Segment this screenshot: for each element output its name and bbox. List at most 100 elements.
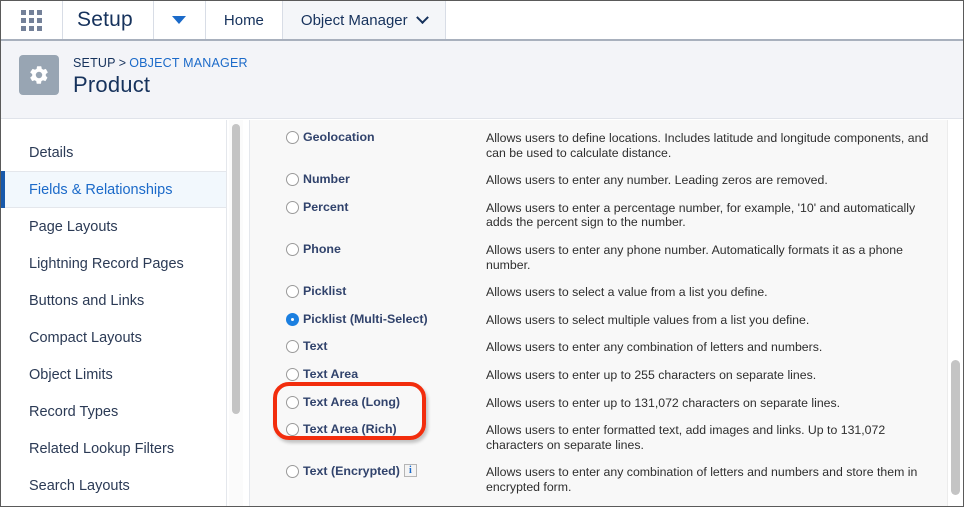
page-scrollbar-thumb[interactable] (951, 360, 960, 495)
sidebar-item-lightning-record-pages[interactable]: Lightning Record Pages (1, 245, 226, 282)
field-type-row: Number Allows users to enter any number. … (250, 172, 948, 188)
field-type-label[interactable]: Phone (303, 242, 341, 256)
sidebar-item-related-lookup-filters[interactable]: Related Lookup Filters (1, 430, 226, 467)
field-type-description: Allows users to enter up to 255 characte… (486, 367, 934, 383)
radio-picklist[interactable] (286, 285, 299, 298)
sidebar-item-compact-layouts[interactable]: Compact Layouts (1, 319, 226, 356)
radio-text-encrypted[interactable] (286, 465, 299, 478)
tab-object-manager-label: Object Manager (301, 12, 408, 29)
radio-number[interactable] (286, 173, 299, 186)
sidebar-item-label: Related Lookup Filters (29, 441, 174, 457)
sidebar-scrollbar-thumb[interactable] (232, 124, 240, 414)
field-type-description: Allows users to enter a percentage numbe… (486, 200, 934, 230)
sidebar-item-label: Fields & Relationships (29, 182, 172, 198)
field-type-row: Geolocation Allows users to define locati… (250, 130, 948, 160)
field-type-description: Allows users to enter any combination of… (486, 464, 934, 494)
sidebar-item-label: Details (29, 145, 73, 161)
field-type-option[interactable]: Text (Encrypted) i (286, 464, 486, 494)
field-type-list: Geolocation Allows users to define locati… (249, 120, 948, 507)
field-type-row: Text (Encrypted) i Allows users to enter a… (250, 464, 948, 494)
app-launcher-button[interactable] (1, 1, 63, 39)
field-type-description: Allows users to select a value from a li… (486, 284, 934, 300)
body-area: Details Fields & Relationships Page Layout… (1, 120, 963, 507)
field-type-description: Allows users to enter any number. Leadin… (486, 172, 934, 188)
sidebar-item-record-types[interactable]: Record Types (1, 393, 226, 430)
field-type-label[interactable]: Text (303, 339, 328, 353)
field-type-label[interactable]: Number (303, 172, 350, 186)
radio-text-area-long[interactable] (286, 396, 299, 409)
tab-home-label: Home (224, 12, 264, 29)
sidebar-scrollbar[interactable] (229, 120, 243, 507)
sidebar-item-fields-relationships[interactable]: Fields & Relationships (1, 171, 226, 208)
radio-text[interactable] (286, 340, 299, 353)
sidebar-item-label: Record Types (29, 404, 118, 420)
field-type-label[interactable]: Geolocation (303, 130, 375, 144)
field-type-option[interactable]: Text Area (286, 367, 486, 383)
sidebar-item-search-layouts[interactable]: Search Layouts (1, 467, 226, 504)
tab-home[interactable]: Home (206, 1, 283, 39)
sidebar-item-label: Page Layouts (29, 219, 118, 235)
field-type-row: Picklist (Multi-Select) Allows users to s… (250, 312, 948, 328)
radio-phone[interactable] (286, 243, 299, 256)
nav-dropdown-button[interactable] (154, 1, 206, 39)
sidebar-item-details[interactable]: Details (1, 134, 226, 171)
sidebar-nav: Details Fields & Relationships Page Layout… (1, 120, 227, 507)
field-type-description: Allows users to enter formatted text, ad… (486, 422, 934, 452)
breadcrumb-setup[interactable]: SETUP (73, 56, 116, 70)
field-type-row: Phone Allows users to enter any phone num… (250, 242, 948, 272)
field-type-option[interactable]: Phone (286, 242, 486, 272)
field-type-option[interactable]: Geolocation (286, 130, 486, 160)
radio-text-area[interactable] (286, 368, 299, 381)
field-type-option[interactable]: Text Area (Rich) (286, 422, 486, 452)
field-type-row: Text Allows users to enter any combinatio… (250, 339, 948, 355)
global-nav: Setup Home Object Manager (1, 1, 963, 41)
field-type-row: Percent Allows users to enter a percentag… (250, 200, 948, 230)
field-type-description: Allows users to enter any combination of… (486, 339, 934, 355)
field-type-option[interactable]: Picklist (Multi-Select) (286, 312, 486, 328)
setup-page: Setup Home Object Manager SETUP>OBJECT M… (0, 0, 964, 507)
field-type-row: Text Area Allows users to enter up to 255… (250, 367, 948, 383)
page-header: SETUP>OBJECT MANAGER Product (1, 41, 963, 119)
tab-object-manager[interactable]: Object Manager (283, 1, 446, 39)
radio-percent[interactable] (286, 201, 299, 214)
field-type-row: Text Area (Rich) Allows users to enter fo… (250, 422, 948, 452)
info-icon[interactable]: i (404, 464, 417, 477)
field-type-option[interactable]: Picklist (286, 284, 486, 300)
field-type-option[interactable]: Percent (286, 200, 486, 230)
sidebar-item-label: Search Layouts (29, 478, 130, 494)
sidebar-item-label: Object Limits (29, 367, 113, 383)
field-type-description: Allows users to define locations. Includ… (486, 130, 934, 160)
field-type-row: Picklist Allows users to select a value f… (250, 284, 948, 300)
radio-picklist-multi-select[interactable] (286, 313, 299, 326)
field-type-label[interactable]: Text Area (Rich) (303, 422, 397, 436)
field-type-label[interactable]: Text Area (Long) (303, 395, 400, 409)
field-type-description: Allows users to enter any phone number. … (486, 242, 934, 272)
gear-icon (19, 55, 59, 95)
field-type-description: Allows users to enter up to 131,072 char… (486, 395, 934, 411)
page-title: Product (73, 72, 248, 98)
setup-label: Setup (63, 1, 154, 39)
field-type-label[interactable]: Picklist (Multi-Select) (303, 312, 428, 326)
sidebar-item-page-layouts[interactable]: Page Layouts (1, 208, 226, 245)
chevron-down-icon (416, 11, 429, 24)
sidebar-item-label: Buttons and Links (29, 293, 144, 309)
field-type-label[interactable]: Text (Encrypted) (303, 464, 400, 478)
field-type-label[interactable]: Percent (303, 200, 348, 214)
field-type-option[interactable]: Text Area (Long) (286, 395, 486, 411)
app-launcher-grid-icon (21, 10, 42, 31)
radio-text-area-rich[interactable] (286, 423, 299, 436)
sidebar-item-object-limits[interactable]: Object Limits (1, 356, 226, 393)
sidebar-item-label: Compact Layouts (29, 330, 142, 346)
field-type-option[interactable]: Number (286, 172, 486, 188)
field-type-label[interactable]: Text Area (303, 367, 358, 381)
field-type-description: Allows users to select multiple values f… (486, 312, 934, 328)
radio-geolocation[interactable] (286, 131, 299, 144)
caret-down-icon (172, 16, 186, 24)
sidebar-item-buttons-and-links[interactable]: Buttons and Links (1, 282, 226, 319)
field-type-label[interactable]: Picklist (303, 284, 346, 298)
breadcrumb: SETUP>OBJECT MANAGER (73, 56, 248, 70)
page-scrollbar[interactable] (947, 120, 962, 507)
breadcrumb-separator: > (119, 56, 127, 70)
field-type-option[interactable]: Text (286, 339, 486, 355)
breadcrumb-object-manager[interactable]: OBJECT MANAGER (129, 56, 248, 70)
